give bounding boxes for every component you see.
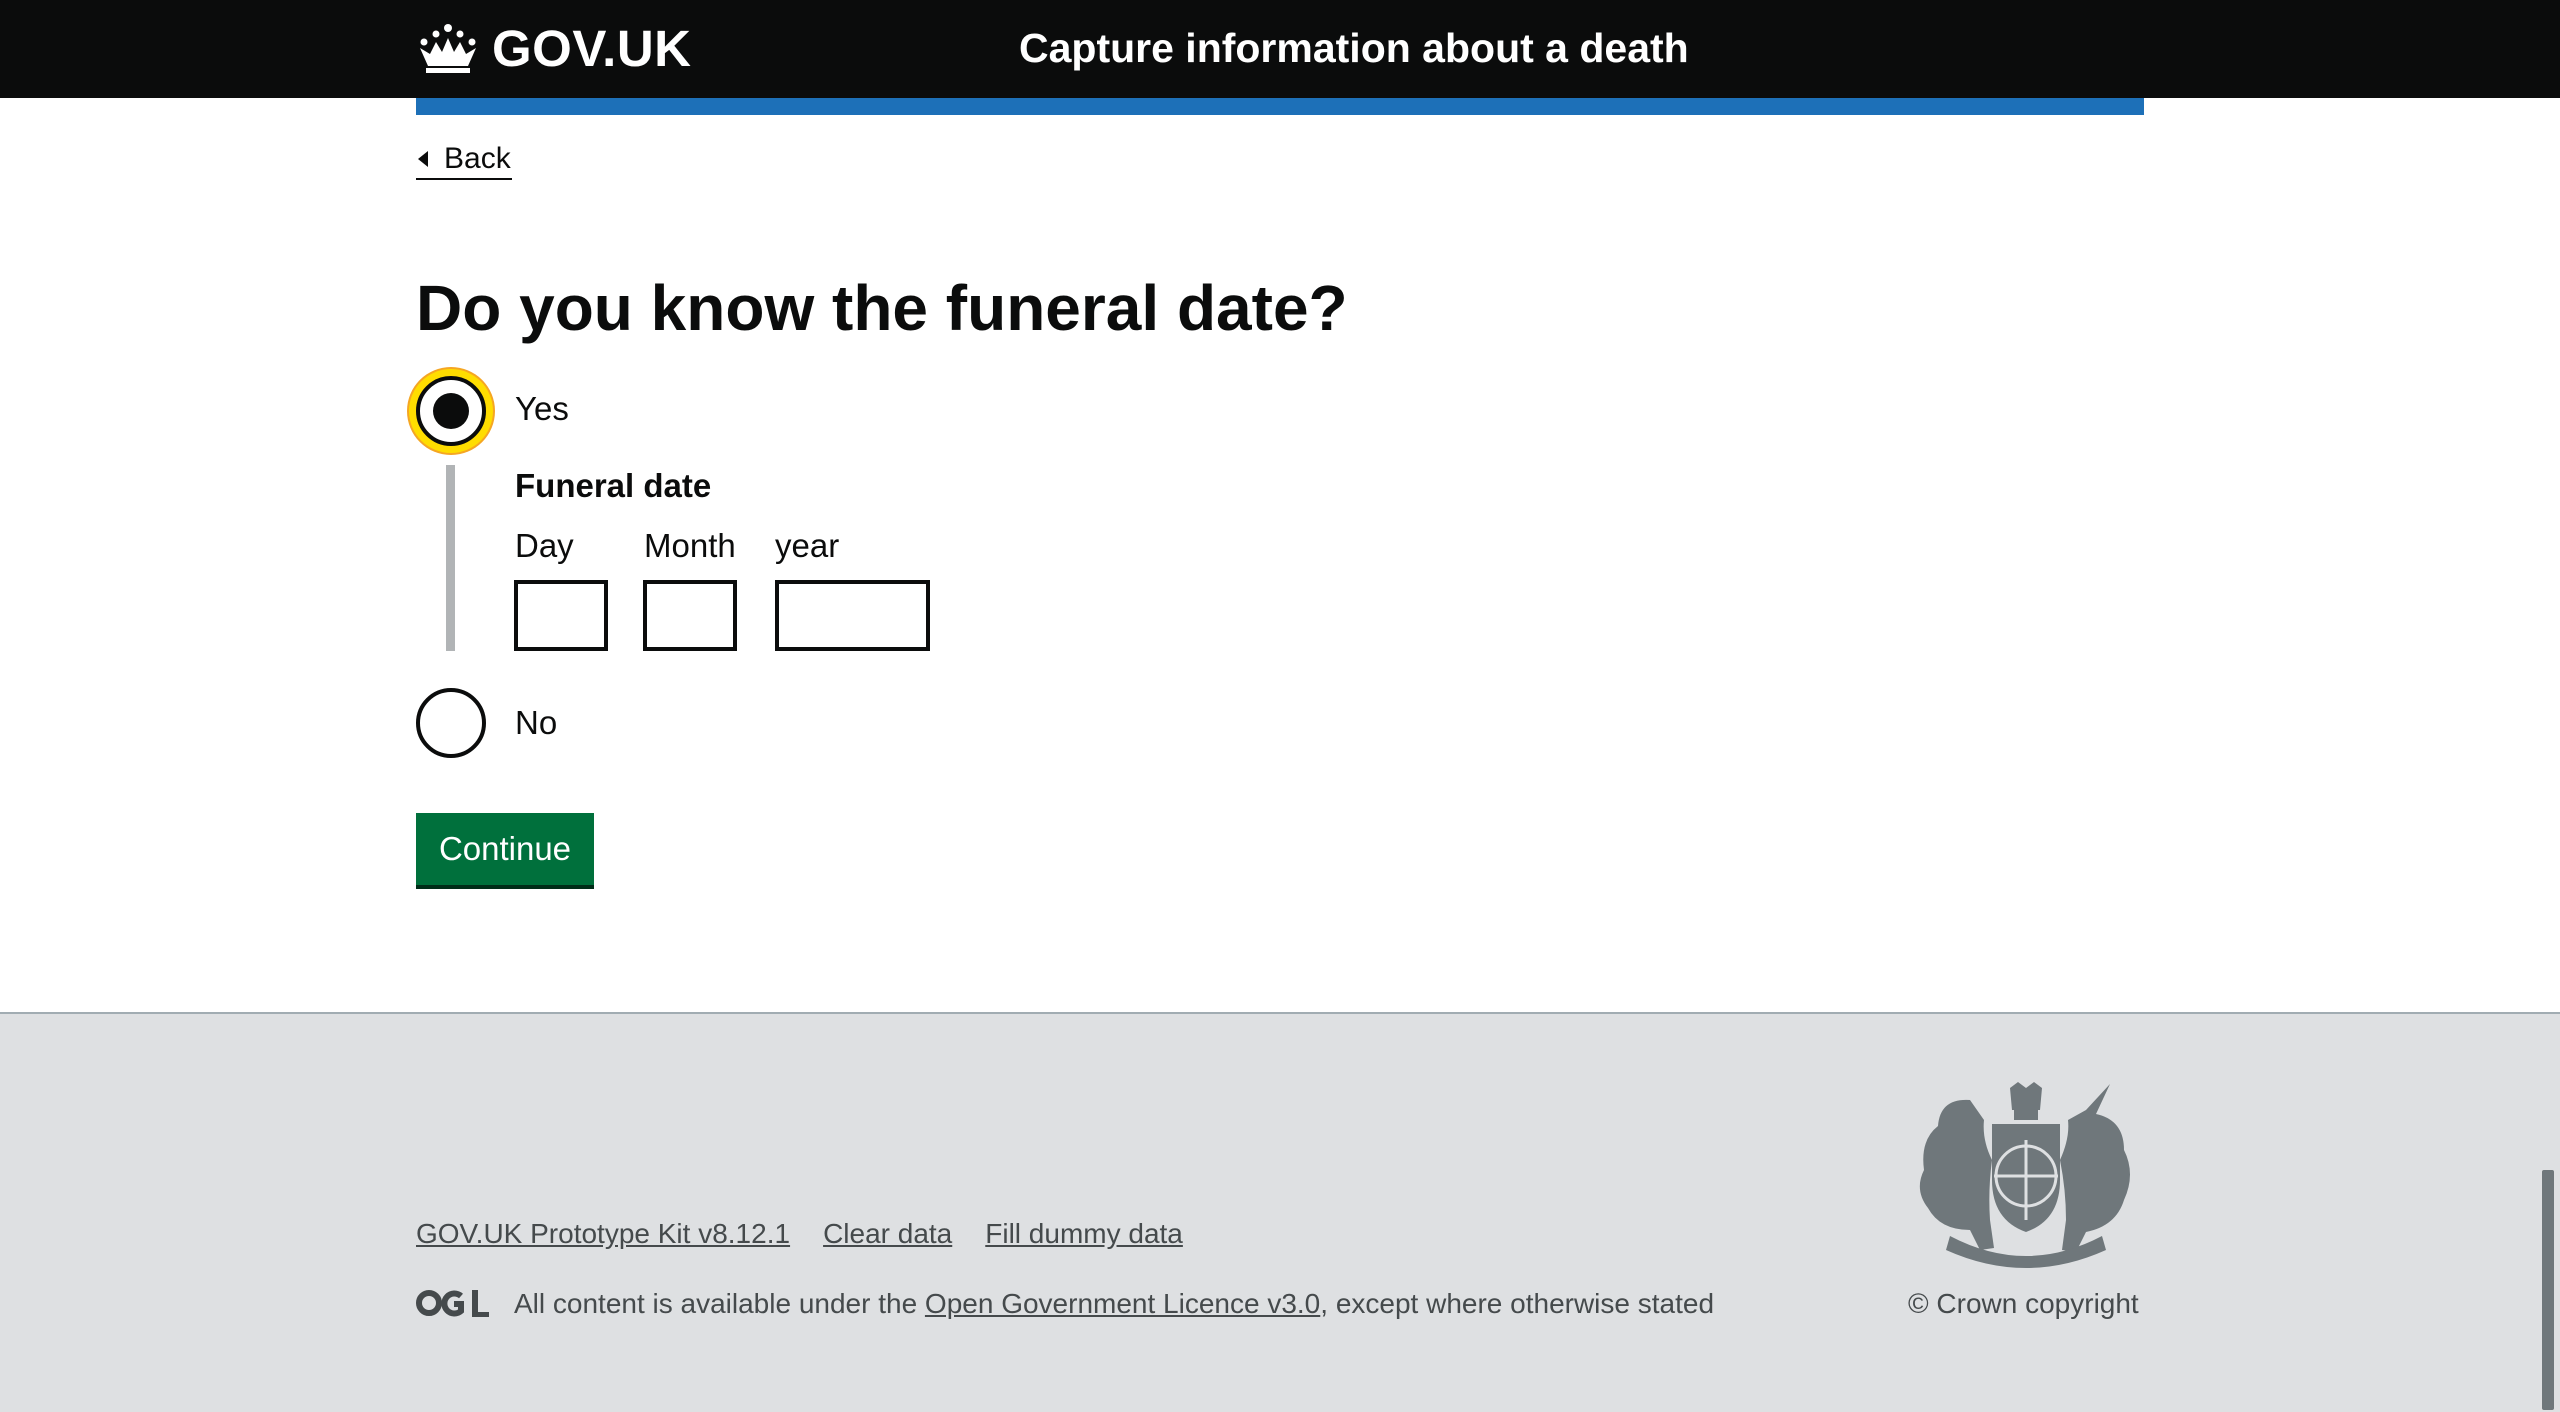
licence-text: All content is available under the Open …: [514, 1282, 1714, 1326]
day-input[interactable]: [514, 580, 608, 651]
header-container: GOV.UK Capture information about a death: [416, 0, 2144, 98]
licence-suffix: , except where otherwise stated: [1320, 1288, 1715, 1319]
radio-yes[interactable]: [416, 376, 486, 446]
footer-link-clear-data[interactable]: Clear data: [823, 1212, 952, 1256]
licence-prefix: All content is available under the: [514, 1288, 925, 1319]
month-label: Month: [644, 527, 736, 564]
continue-button[interactable]: Continue: [416, 813, 594, 885]
crown-icon: [420, 24, 476, 73]
radio-yes-label[interactable]: Yes: [515, 389, 569, 429]
back-arrow-icon: [418, 151, 428, 167]
site-header: GOV.UK Capture information about a death: [0, 0, 2560, 98]
govuk-logo-link[interactable]: GOV.UK: [416, 18, 692, 78]
month-input[interactable]: [643, 580, 737, 651]
back-link[interactable]: Back: [416, 140, 512, 180]
footer-links: GOV.UK Prototype Kit v8.12.1 Clear data …: [416, 1212, 1183, 1256]
year-label: year: [775, 527, 840, 564]
funeral-date-legend: Funeral date: [515, 467, 712, 504]
crown-copyright-link[interactable]: © Crown copyright: [1908, 1282, 2139, 1326]
site-footer: [0, 1012, 2560, 1412]
logo-text: GOV.UK: [492, 19, 692, 77]
radio-no-label[interactable]: No: [515, 703, 557, 743]
ogl-icon: [416, 1290, 489, 1317]
header-blue-bar: [416, 98, 2144, 115]
back-link-label: Back: [444, 142, 511, 175]
licence-link[interactable]: Open Government Licence v3.0: [925, 1288, 1320, 1319]
footer-link-fill-dummy-data[interactable]: Fill dummy data: [985, 1212, 1183, 1256]
page-title: Do you know the funeral date?: [416, 272, 1348, 344]
day-label: Day: [515, 527, 574, 564]
conditional-reveal-bar: [446, 465, 455, 651]
year-input[interactable]: [775, 580, 930, 651]
radio-no[interactable]: [416, 688, 486, 758]
service-name-link[interactable]: Capture information about a death: [1019, 22, 1689, 74]
radio-selected-dot: [433, 393, 469, 429]
scrollbar-thumb[interactable]: [2542, 1170, 2554, 1410]
royal-coat-of-arms-icon: [1919, 1082, 2130, 1268]
footer-link-prototype-kit[interactable]: GOV.UK Prototype Kit v8.12.1: [416, 1212, 790, 1256]
